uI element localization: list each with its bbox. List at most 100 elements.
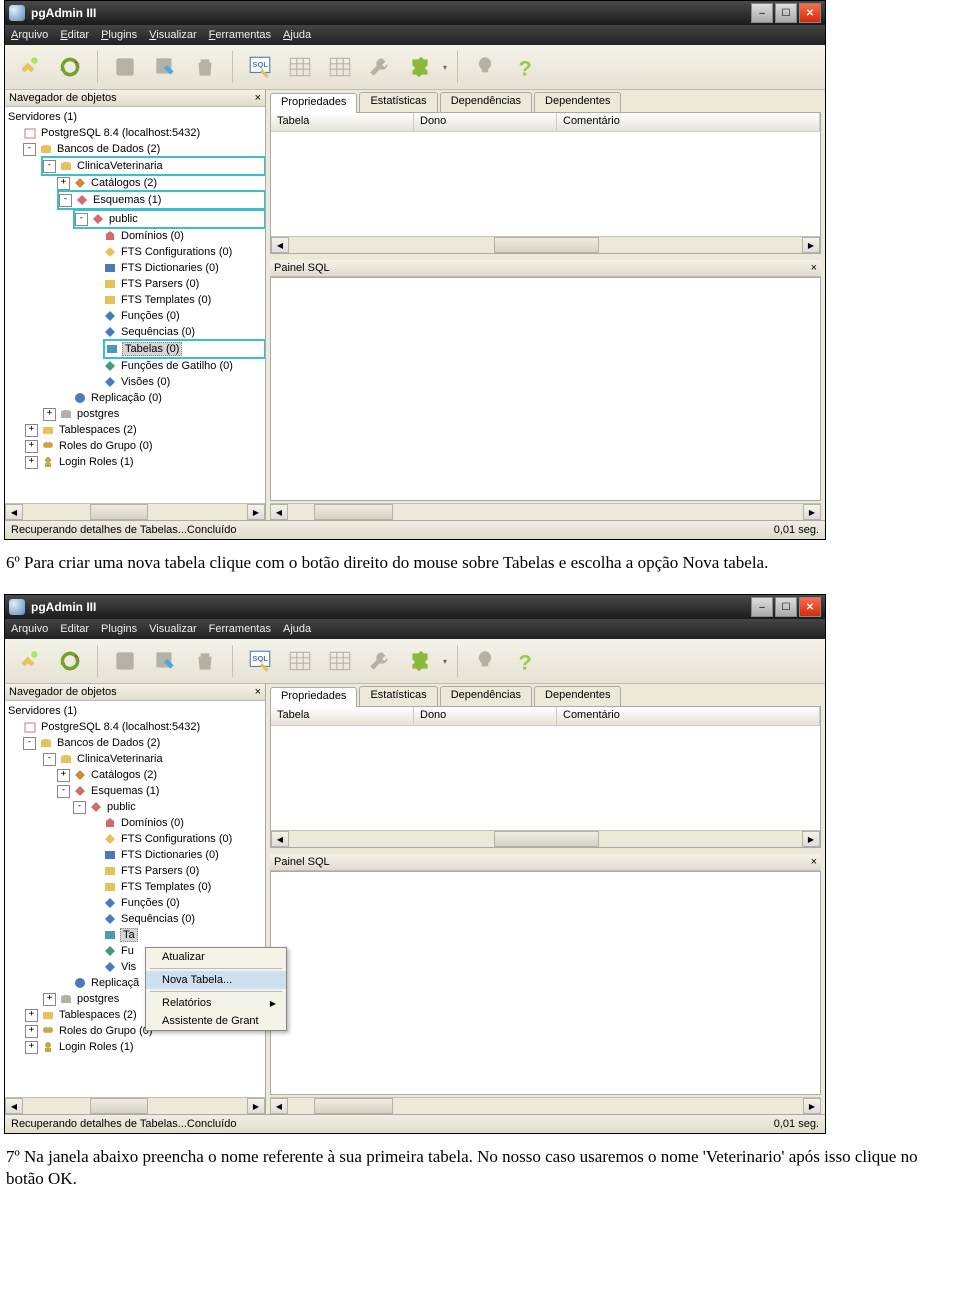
tree-servers[interactable]: Servidores (1) <box>7 705 78 717</box>
ctx-grant-wizard[interactable]: Assistente de Grant <box>146 1012 286 1030</box>
tree-views[interactable]: Visões (0) <box>120 376 171 388</box>
tree-domains[interactable]: Domínios (0) <box>120 230 185 242</box>
expand-icon[interactable]: - <box>43 753 56 766</box>
scroll-right-icon[interactable]: ▶ <box>247 504 265 520</box>
tree-hscrollbar[interactable]: ◀ ▶ <box>5 1097 265 1114</box>
col-tabela[interactable]: Tabela <box>271 707 414 725</box>
scroll-left-icon[interactable]: ◀ <box>5 1098 23 1114</box>
col-comentario[interactable]: Comentário <box>557 707 820 725</box>
tree-login-roles[interactable]: Login Roles (1) <box>58 456 135 468</box>
close-button[interactable]: ✕ <box>799 3 821 23</box>
tree-fts-dict[interactable]: FTS Dictionaries (0) <box>120 849 220 861</box>
scroll-right-icon[interactable]: ▶ <box>802 831 820 847</box>
properties-icon[interactable] <box>108 50 142 84</box>
tree-schemas[interactable]: Esquemas (1) <box>90 785 160 797</box>
scroll-left-icon[interactable]: ◀ <box>271 237 289 253</box>
help-icon[interactable]: ? <box>508 50 542 84</box>
tree-fts-config[interactable]: FTS Configurations (0) <box>120 246 233 258</box>
tree-tablespaces[interactable]: Tablespaces (2) <box>58 1009 138 1021</box>
tree-fts-templates[interactable]: FTS Templates (0) <box>120 881 212 893</box>
expand-icon[interactable]: + <box>57 177 70 190</box>
expand-icon[interactable]: - <box>73 801 86 814</box>
properties-icon[interactable] <box>108 644 142 678</box>
tree-fts-templates[interactable]: FTS Templates (0) <box>120 294 212 306</box>
tree-sequences[interactable]: Sequências (0) <box>120 326 196 338</box>
wrench-icon[interactable] <box>363 50 397 84</box>
tree-db-clinica[interactable]: ClinicaVeterinaria <box>76 160 164 172</box>
tree-public[interactable]: public <box>108 213 139 225</box>
menu-plugins[interactable]: Plugins <box>101 623 137 635</box>
expand-icon[interactable]: - <box>57 785 70 798</box>
sql-icon[interactable]: SQL <box>243 644 277 678</box>
tree-views[interactable]: Vis <box>120 961 137 973</box>
menu-visualizar[interactable]: Visualizar <box>149 623 197 635</box>
tree-login-roles[interactable]: Login Roles (1) <box>58 1041 135 1053</box>
scroll-left-icon[interactable]: ◀ <box>270 1098 288 1114</box>
close-panel-icon[interactable]: × <box>255 92 261 104</box>
menu-editar[interactable]: Editar <box>60 623 89 635</box>
scroll-right-icon[interactable]: ▶ <box>803 1098 821 1114</box>
ctx-reports[interactable]: Relatórios▶ <box>146 994 286 1012</box>
tree-functions[interactable]: Funções (0) <box>120 310 181 322</box>
tree-public[interactable]: public <box>106 801 137 813</box>
menu-editar[interactable]: Editar <box>60 29 89 41</box>
scroll-left-icon[interactable]: ◀ <box>271 831 289 847</box>
close-button[interactable]: ✕ <box>799 597 821 617</box>
tree-domains[interactable]: Domínios (0) <box>120 817 185 829</box>
expand-icon[interactable]: + <box>25 1025 38 1038</box>
create-icon[interactable] <box>148 50 182 84</box>
scroll-right-icon[interactable]: ▶ <box>803 504 821 520</box>
sql-hscrollbar[interactable]: ◀ ▶ <box>270 1097 821 1114</box>
col-tabela[interactable]: Tabela <box>271 113 414 131</box>
grid1-icon[interactable] <box>283 50 317 84</box>
tree-hscrollbar[interactable]: ◀ ▶ <box>5 503 265 520</box>
maximize-button[interactable]: ☐ <box>775 597 797 617</box>
expand-icon[interactable]: - <box>43 160 56 173</box>
ctx-refresh[interactable]: Atualizar <box>146 948 286 966</box>
tree-schemas[interactable]: Esquemas (1) <box>92 194 162 206</box>
minimize-button[interactable]: – <box>751 597 773 617</box>
scroll-right-icon[interactable]: ▶ <box>247 1098 265 1114</box>
expand-icon[interactable]: + <box>43 408 56 421</box>
tree-catalogs[interactable]: Catálogos (2) <box>90 177 158 189</box>
sql-hscrollbar[interactable]: ◀ ▶ <box>270 503 821 520</box>
titlebar[interactable]: pgAdmin III – ☐ ✕ <box>5 595 825 619</box>
object-tree[interactable]: Servidores (1) PostgreSQL 8.4 (localhost… <box>5 701 265 1097</box>
tree-catalogs[interactable]: Catálogos (2) <box>90 769 158 781</box>
scroll-right-icon[interactable]: ▶ <box>802 237 820 253</box>
tree-fts-parsers[interactable]: FTS Parsers (0) <box>120 865 200 877</box>
refresh-icon[interactable] <box>53 50 87 84</box>
tree-db-postgres[interactable]: postgres <box>76 993 120 1005</box>
tree-group-roles[interactable]: Roles do Grupo (0) <box>58 440 154 452</box>
puzzle-icon[interactable] <box>403 50 437 84</box>
tree-servers[interactable]: Servidores (1) <box>7 111 78 123</box>
hint-icon[interactable] <box>468 644 502 678</box>
menu-arquivo[interactable]: Arquivo <box>11 29 48 41</box>
titlebar[interactable]: pgAdmin III – ☐ ✕ <box>5 1 825 25</box>
tree-tablespaces[interactable]: Tablespaces (2) <box>58 424 138 436</box>
scroll-left-icon[interactable]: ◀ <box>5 504 23 520</box>
sql-panel[interactable] <box>270 871 821 1095</box>
dropdown-icon[interactable]: ▾ <box>443 657 447 666</box>
tree-databases[interactable]: Bancos de Dados (2) <box>56 143 161 155</box>
tree-server[interactable]: PostgreSQL 8.4 (localhost:5432) <box>40 721 201 733</box>
expand-icon[interactable]: - <box>75 213 88 226</box>
ctx-new-table[interactable]: Nova Tabela... <box>146 971 286 989</box>
menu-arquivo[interactable]: Arquivo <box>11 623 48 635</box>
hint-icon[interactable] <box>468 50 502 84</box>
tab-dependencias[interactable]: Dependências <box>440 686 532 706</box>
sql-panel[interactable] <box>270 277 821 501</box>
close-panel-icon[interactable]: × <box>255 686 261 698</box>
col-comentario[interactable]: Comentário <box>557 113 820 131</box>
tab-dependentes[interactable]: Dependentes <box>534 92 621 112</box>
scroll-left-icon[interactable]: ◀ <box>270 504 288 520</box>
refresh-icon[interactable] <box>53 644 87 678</box>
tree-tables[interactable]: Tabelas (0) <box>122 342 182 356</box>
sql-icon[interactable]: SQL <box>243 50 277 84</box>
tree-replication[interactable]: Replicaçã <box>90 977 140 989</box>
grid2-icon[interactable] <box>323 644 357 678</box>
expand-icon[interactable]: + <box>25 424 38 437</box>
tree-trigger-functions[interactable]: Fu <box>120 945 135 957</box>
tree-fts-config[interactable]: FTS Configurations (0) <box>120 833 233 845</box>
wrench-icon[interactable] <box>363 644 397 678</box>
